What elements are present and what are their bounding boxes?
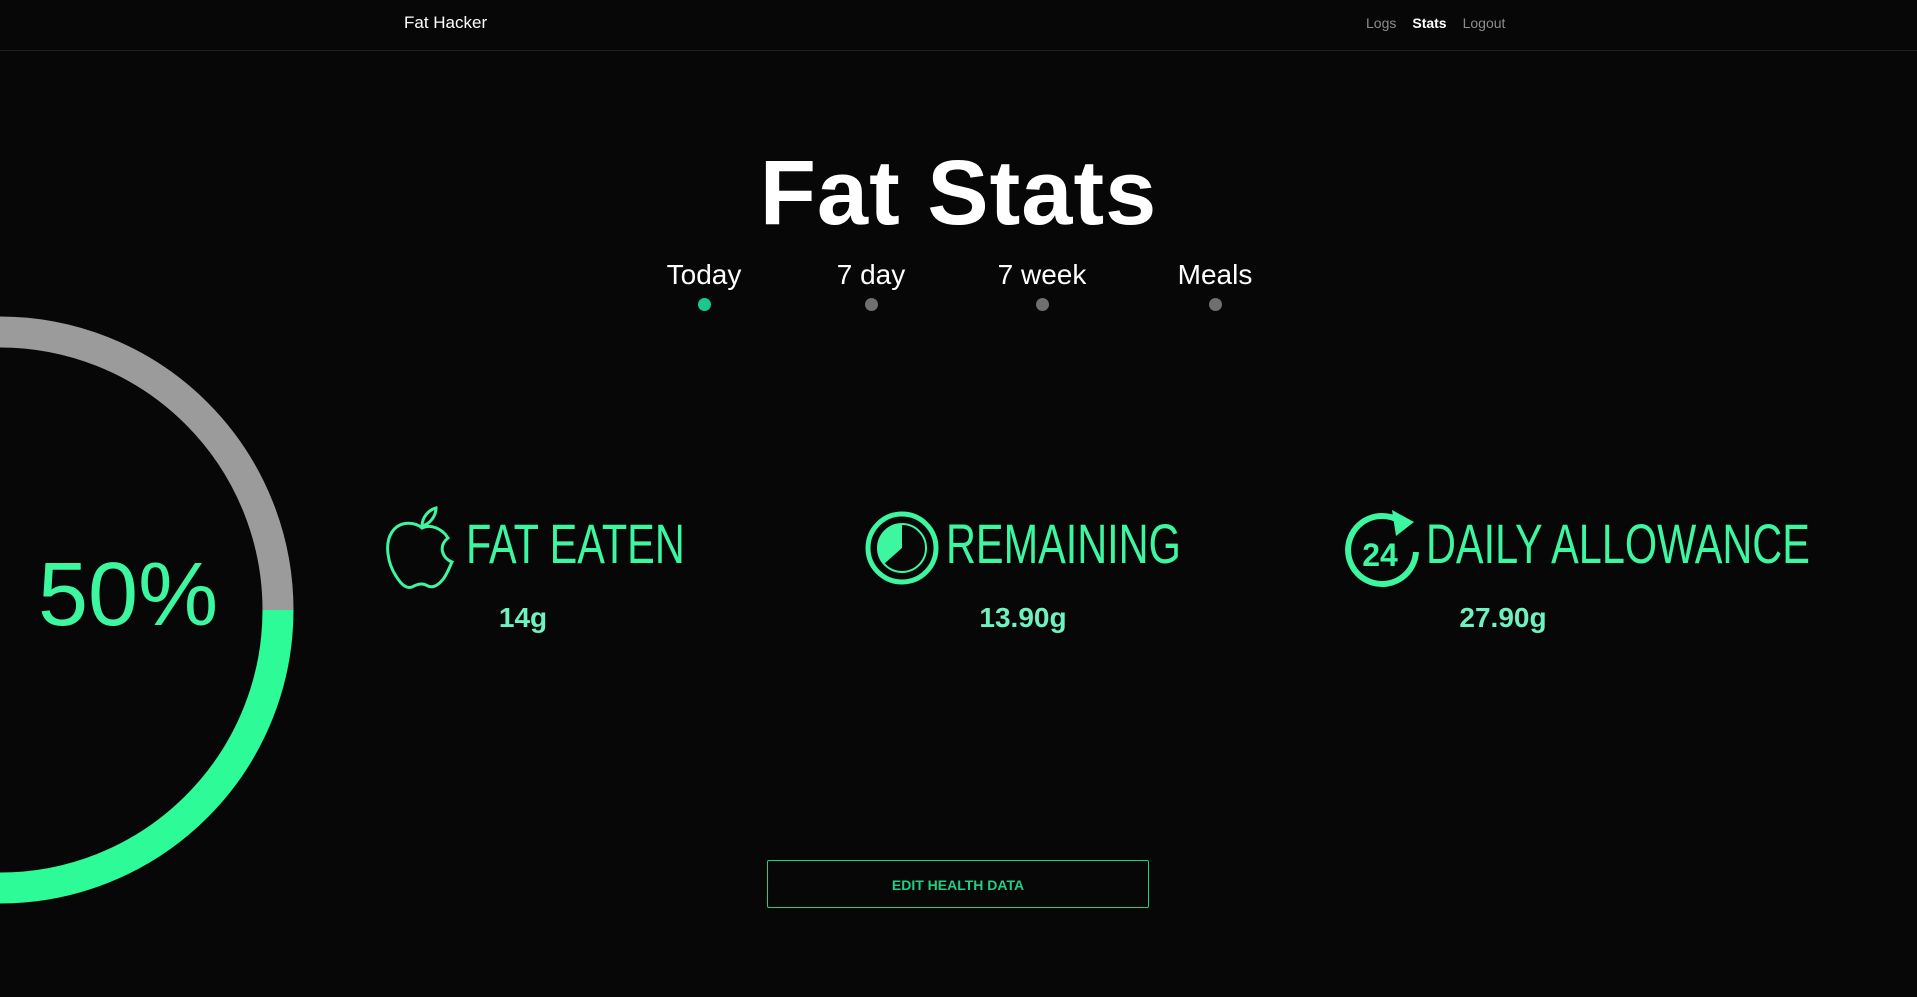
tab-7-day[interactable]: 7 day (791, 258, 951, 311)
stat-value-daily-allowance: 27.90g (1459, 602, 1547, 633)
tab-indicator-dot (1208, 298, 1222, 311)
tab-label: 7 day (836, 259, 906, 290)
svg-text:24: 24 (1362, 537, 1398, 573)
page: Fat Hacker Logs Stats Logout Fat Stats T… (0, 0, 1917, 997)
progress-percent-label: 50% (38, 545, 219, 645)
pie-clock-icon (865, 511, 939, 585)
progress-ring (0, 316, 294, 904)
24-hour-icon: 24 (1345, 510, 1419, 587)
tab-today[interactable]: Today (624, 258, 784, 311)
stat-daily-allowance: 24 DAILY ALLOWANCE (1342, 506, 1822, 587)
stat-label: DAILY ALLOWANCE (1426, 512, 1810, 575)
tab-label: 7 week (997, 259, 1087, 290)
tab-indicator-dot (1035, 298, 1049, 311)
stat-remaining: REMAINING (864, 506, 1224, 586)
nav-link-logs[interactable]: Logs (1366, 15, 1396, 31)
nav-link-logout[interactable]: Logout (1463, 15, 1506, 31)
apple-icon (386, 506, 455, 590)
nav-link-stats[interactable]: Stats (1412, 15, 1446, 31)
progress-ring-fill (0, 609, 294, 904)
tab-meals[interactable]: Meals (1135, 258, 1295, 311)
nav-links: Logs Stats Logout (1366, 15, 1505, 31)
tab-label: Meals (1177, 259, 1253, 290)
tab-label: Today (666, 259, 742, 290)
tab-indicator-dot (697, 298, 711, 311)
tab-indicator-dot (864, 298, 878, 311)
stat-label: REMAINING (946, 512, 1181, 575)
stat-value-fat-eaten: 14g (498, 602, 548, 633)
stat-fat-eaten: FAT EATEN (382, 506, 702, 590)
edit-health-data-button[interactable]: EDIT HEALTH DATA (767, 860, 1149, 908)
stat-value-remaining: 13.90g (979, 602, 1067, 633)
stat-label: FAT EATEN (466, 512, 685, 575)
tab-7-week[interactable]: 7 week (962, 258, 1122, 311)
brand-link[interactable]: Fat Hacker (404, 13, 487, 33)
